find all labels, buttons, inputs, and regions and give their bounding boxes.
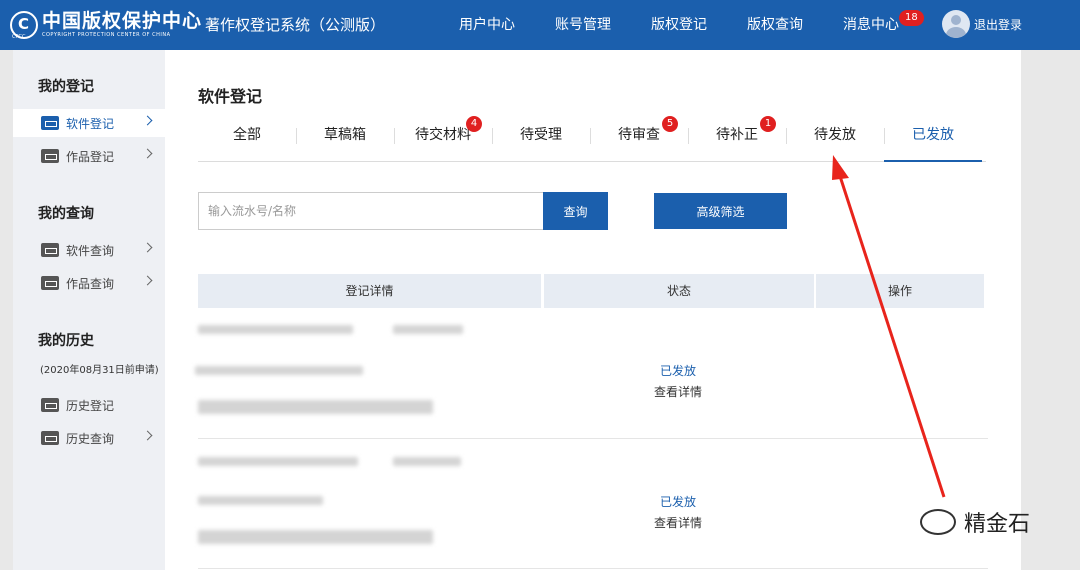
works-icon: [41, 276, 59, 290]
tab-label: 待补正: [716, 127, 758, 143]
sidebar-item-history-query[interactable]: 历史查询: [13, 424, 165, 452]
tab-label: 全部: [233, 127, 261, 143]
works-icon: [41, 149, 59, 163]
chevron-right-icon: [142, 275, 153, 286]
nav-message-center[interactable]: 消息中心: [843, 14, 899, 34]
blurred-text: [198, 325, 353, 334]
chevron-right-icon: [142, 115, 153, 126]
sidebar-item-works-registration[interactable]: 作品登记: [13, 142, 165, 170]
sidebar-item-label: 软件登记: [66, 116, 115, 131]
watermark: 精金石: [920, 506, 1030, 538]
system-title: 著作权登记系统（公测版）: [205, 16, 386, 34]
logout-link[interactable]: 退出登录: [974, 16, 1022, 33]
chevron-right-icon: [142, 242, 153, 253]
status-issued: 已发放: [659, 495, 696, 509]
blurred-text: [198, 530, 433, 544]
software-icon: [41, 243, 59, 257]
sidebar-item-history-registration[interactable]: 历史登记: [13, 391, 165, 419]
tab-pending-issue[interactable]: 待发放: [786, 122, 884, 162]
software-icon: [41, 116, 59, 130]
blurred-text: [195, 366, 363, 375]
nav-copyright-query[interactable]: 版权查询: [747, 14, 803, 34]
sidebar-item-label: 软件查询: [66, 243, 115, 258]
blurred-text: [198, 496, 323, 505]
main-panel: 软件登记 全部 草稿箱 待交材料 4 待受理 待审查 5 待补正 1 待发放 已发放 …: [165, 50, 1021, 570]
tab-all[interactable]: 全部: [198, 122, 296, 162]
history-note: (2020年08月31日前申请): [40, 365, 159, 376]
table-header-details: 登记详情: [198, 274, 541, 308]
status-tabs: 全部 草稿箱 待交材料 4 待受理 待审查 5 待补正 1 待发放 已发放: [198, 116, 986, 162]
tab-pending-review[interactable]: 待审查 5: [590, 116, 688, 162]
blurred-text: [393, 457, 461, 466]
logo-subtext: COPYRIGHT PROTECTION CENTER OF CHINA: [42, 32, 171, 38]
tab-label: 草稿箱: [324, 127, 366, 143]
tab-pending-correction[interactable]: 待补正 1: [688, 116, 786, 162]
status-issued: 已发放: [659, 364, 696, 378]
top-header: 中国版权保护中心 COPYRIGHT PROTECTION CENTER OF …: [0, 0, 1080, 50]
sidebar-section-my-registration: 我的登记: [38, 79, 94, 95]
message-count-badge: 18: [899, 10, 924, 26]
history-icon: [41, 398, 59, 412]
tab-pending-acceptance[interactable]: 待受理: [492, 122, 590, 162]
nav-account-management[interactable]: 账号管理: [555, 14, 611, 34]
sidebar-section-my-query: 我的查询: [38, 206, 94, 222]
tab-drafts[interactable]: 草稿箱: [296, 122, 394, 162]
chevron-right-icon: [142, 148, 153, 159]
status-cell: 已发放 查看详情: [613, 362, 743, 400]
sidebar-section-my-history: 我的历史: [38, 333, 94, 349]
sidebar-item-label: 历史登记: [66, 398, 115, 413]
blurred-text: [393, 325, 463, 334]
page-title: 软件登记: [198, 87, 263, 106]
sidebar-item-label: 作品查询: [66, 276, 115, 291]
tab-label: 待审查: [618, 127, 660, 143]
search-button[interactable]: 查询: [543, 192, 608, 230]
view-details-link[interactable]: 查看详情: [613, 383, 743, 400]
status-cell: 已发放 查看详情: [613, 493, 743, 531]
tab-badge: 4: [466, 116, 482, 132]
logo-abbr: CPCC: [12, 34, 26, 40]
view-details-link[interactable]: 查看详情: [613, 514, 743, 531]
row-divider: [198, 568, 988, 569]
sidebar-item-label: 作品登记: [66, 149, 115, 164]
table-header-status: 状态: [544, 274, 814, 308]
sidebar-item-label: 历史查询: [66, 431, 115, 446]
advanced-filter-button[interactable]: 高级筛选: [654, 193, 787, 229]
sidebar-item-software-registration[interactable]: 软件登记: [13, 109, 165, 137]
tab-label: 待交材料: [415, 127, 471, 143]
watermark-text: 精金石: [964, 512, 1031, 537]
wechat-icon: [920, 509, 956, 535]
tab-pending-materials[interactable]: 待交材料 4: [394, 116, 492, 162]
nav-copyright-registration[interactable]: 版权登记: [651, 14, 707, 34]
blurred-text: [198, 400, 433, 414]
sidebar: 我的登记 软件登记 作品登记 我的查询 软件查询 作品查询 我的历史 (2020…: [13, 50, 165, 570]
tab-label: 待受理: [520, 127, 562, 143]
logo-text: 中国版权保护中心: [42, 10, 203, 32]
nav-user-center[interactable]: 用户中心: [459, 14, 515, 34]
sidebar-item-works-query[interactable]: 作品查询: [13, 269, 165, 297]
tab-issued[interactable]: 已发放: [884, 122, 982, 162]
history-icon: [41, 431, 59, 445]
avatar[interactable]: [942, 10, 970, 38]
cpcc-logo[interactable]: 中国版权保护中心 COPYRIGHT PROTECTION CENTER OF …: [10, 8, 202, 42]
chevron-right-icon: [142, 430, 153, 441]
tab-badge: 5: [662, 116, 678, 132]
row-divider: [198, 438, 988, 439]
sidebar-item-software-query[interactable]: 软件查询: [13, 236, 165, 264]
tab-label: 待发放: [814, 127, 856, 143]
blurred-text: [198, 457, 358, 466]
table-header-actions: 操作: [816, 274, 984, 308]
tab-badge: 1: [760, 116, 776, 132]
search-input[interactable]: [198, 192, 544, 230]
tab-label: 已发放: [912, 127, 954, 143]
